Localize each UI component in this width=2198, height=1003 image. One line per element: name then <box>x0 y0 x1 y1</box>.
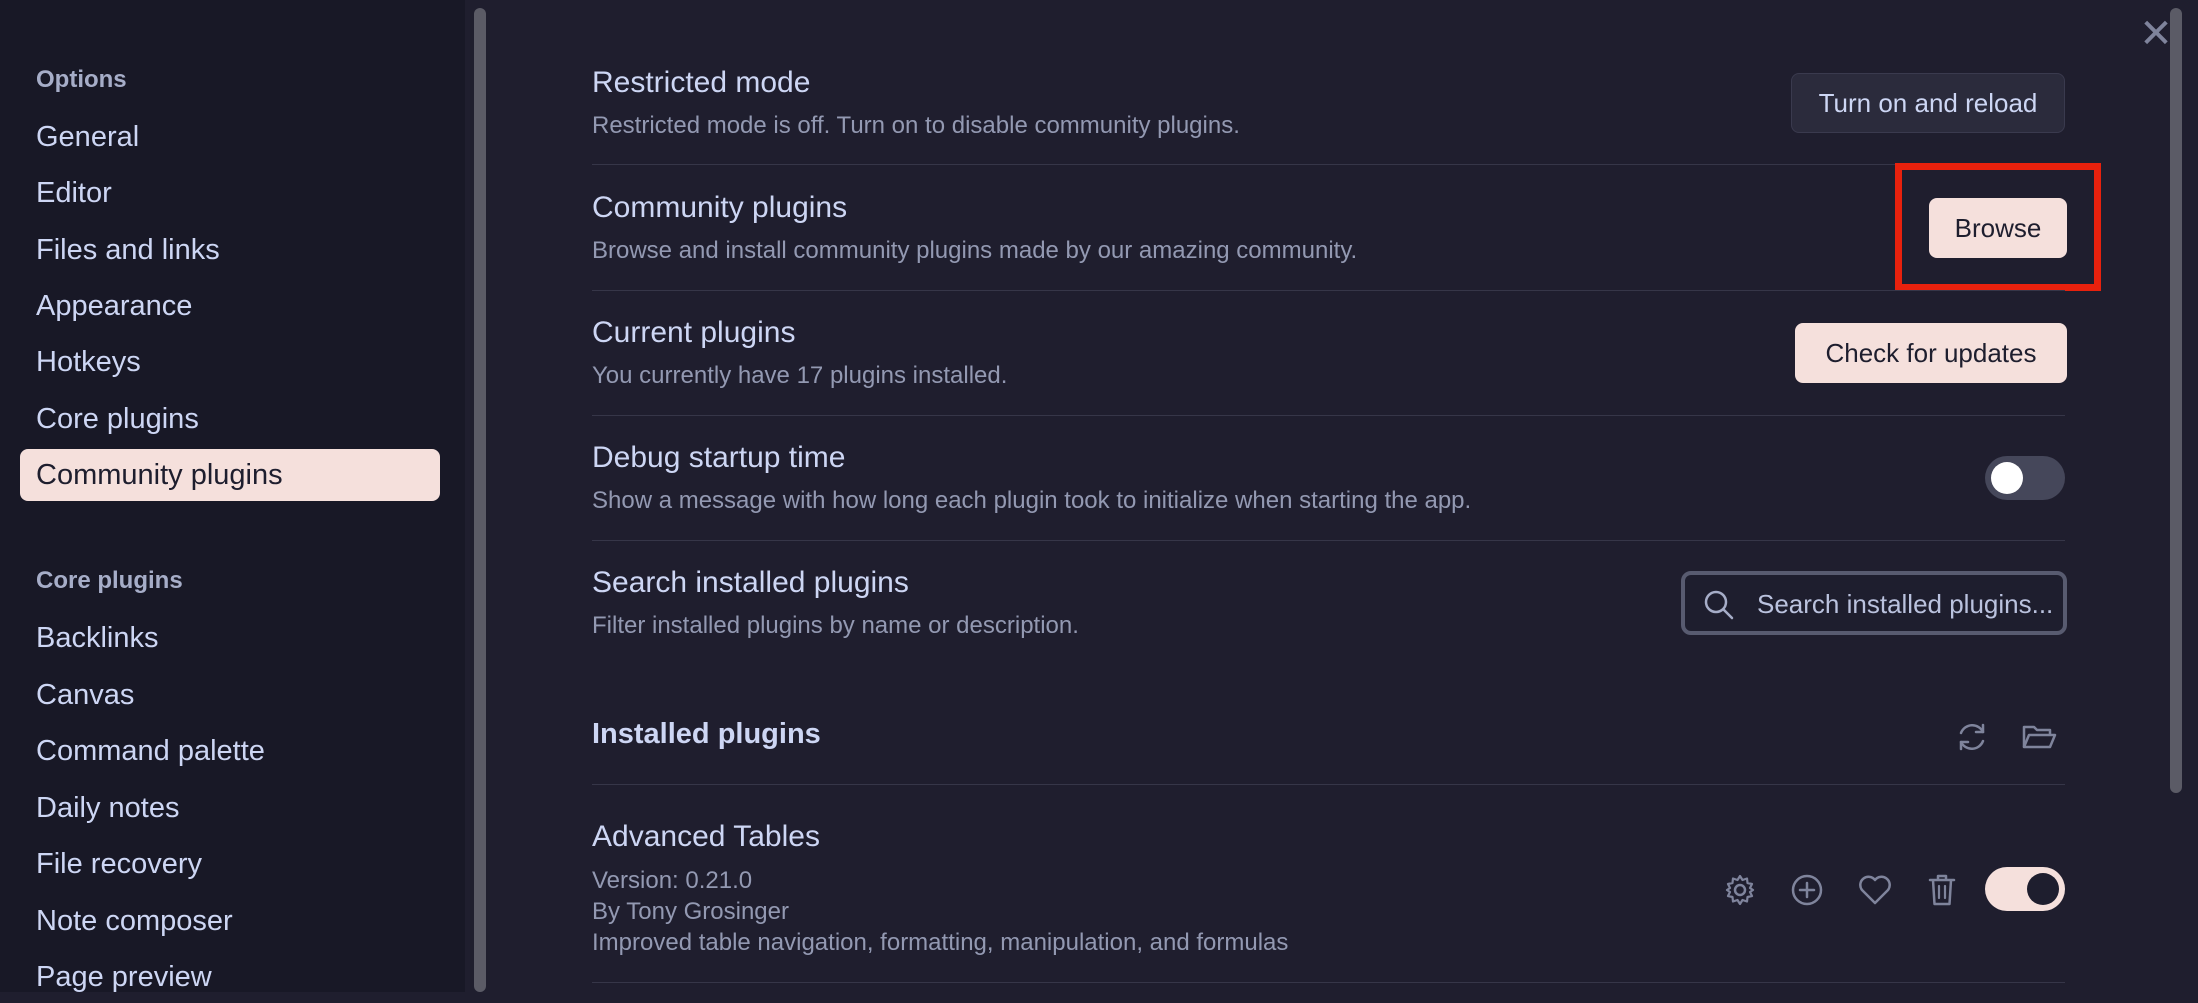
gear-icon[interactable] <box>1722 872 1758 908</box>
divider <box>592 290 2065 291</box>
plugin-name: Advanced Tables <box>592 820 820 853</box>
divider <box>592 784 2065 785</box>
sidebar-item-appearance[interactable]: Appearance <box>20 280 440 332</box>
restricted-mode-desc: Restricted mode is off. Turn on to disab… <box>592 112 1240 139</box>
main-scrollbar[interactable] <box>2170 8 2182 793</box>
plugin-enable-toggle[interactable] <box>1985 867 2065 911</box>
sidebar-item-hotkeys[interactable]: Hotkeys <box>20 336 440 388</box>
divider <box>592 540 2065 541</box>
debug-startup-toggle[interactable] <box>1985 456 2065 500</box>
core-plugins-heading: Core plugins <box>36 567 183 594</box>
restricted-mode-title: Restricted mode <box>592 66 811 99</box>
divider <box>592 982 2065 983</box>
reload-icon[interactable] <box>1954 719 1990 755</box>
plugin-desc: Improved table navigation, formatting, m… <box>592 929 1289 956</box>
sidebar-item-page-preview[interactable]: Page preview <box>20 951 440 1003</box>
toggle-knob <box>1991 462 2023 494</box>
check-for-updates-button[interactable]: Check for updates <box>1795 323 2067 383</box>
debug-startup-title: Debug startup time <box>592 441 846 474</box>
browse-highlight-box <box>1895 163 2101 291</box>
sidebar-item-note-composer[interactable]: Note composer <box>20 895 440 947</box>
add-hotkey-icon[interactable] <box>1789 872 1825 908</box>
trash-icon[interactable] <box>1925 871 1959 909</box>
heart-icon[interactable] <box>1857 873 1893 907</box>
search-plugins-title: Search installed plugins <box>592 566 909 599</box>
community-plugins-desc: Browse and install community plugins mad… <box>592 237 1358 264</box>
sidebar-item-community-plugins[interactable]: Community plugins <box>20 449 440 501</box>
sidebar-scrollbar[interactable] <box>474 8 486 992</box>
search-box[interactable] <box>1681 571 2067 635</box>
sidebar-item-general[interactable]: General <box>20 111 440 163</box>
debug-startup-desc: Show a message with how long each plugin… <box>592 487 1472 514</box>
sidebar-item-backlinks[interactable]: Backlinks <box>20 612 440 664</box>
toggle-knob <box>2027 873 2059 905</box>
current-plugins-title: Current plugins <box>592 316 796 349</box>
settings-sidebar: Options General Editor Files and links A… <box>0 0 465 993</box>
sidebar-item-file-recovery[interactable]: File recovery <box>20 838 440 890</box>
sidebar-item-daily-notes[interactable]: Daily notes <box>20 782 440 834</box>
plugin-author: By Tony Grosinger <box>592 898 789 925</box>
sidebar-item-editor[interactable]: Editor <box>20 167 440 219</box>
sidebar-item-canvas[interactable]: Canvas <box>20 669 440 721</box>
close-icon[interactable]: ✕ <box>2138 14 2174 54</box>
divider <box>592 415 2065 416</box>
divider <box>592 164 2065 165</box>
search-input[interactable] <box>1755 585 2059 623</box>
folder-open-icon[interactable] <box>2020 719 2058 755</box>
options-heading: Options <box>36 66 127 93</box>
sidebar-item-files-and-links[interactable]: Files and links <box>20 224 440 276</box>
turn-on-and-reload-button[interactable]: Turn on and reload <box>1791 73 2065 133</box>
installed-plugins-heading: Installed plugins <box>592 718 821 750</box>
current-plugins-desc: You currently have 17 plugins installed. <box>592 362 1008 389</box>
search-plugins-desc: Filter installed plugins by name or desc… <box>592 612 1079 639</box>
sidebar-item-core-plugins[interactable]: Core plugins <box>20 393 440 445</box>
sidebar-item-command-palette[interactable]: Command palette <box>20 725 440 777</box>
search-icon <box>1704 590 1734 620</box>
plugin-version: Version: 0.21.0 <box>592 867 753 894</box>
community-plugins-title: Community plugins <box>592 191 848 224</box>
